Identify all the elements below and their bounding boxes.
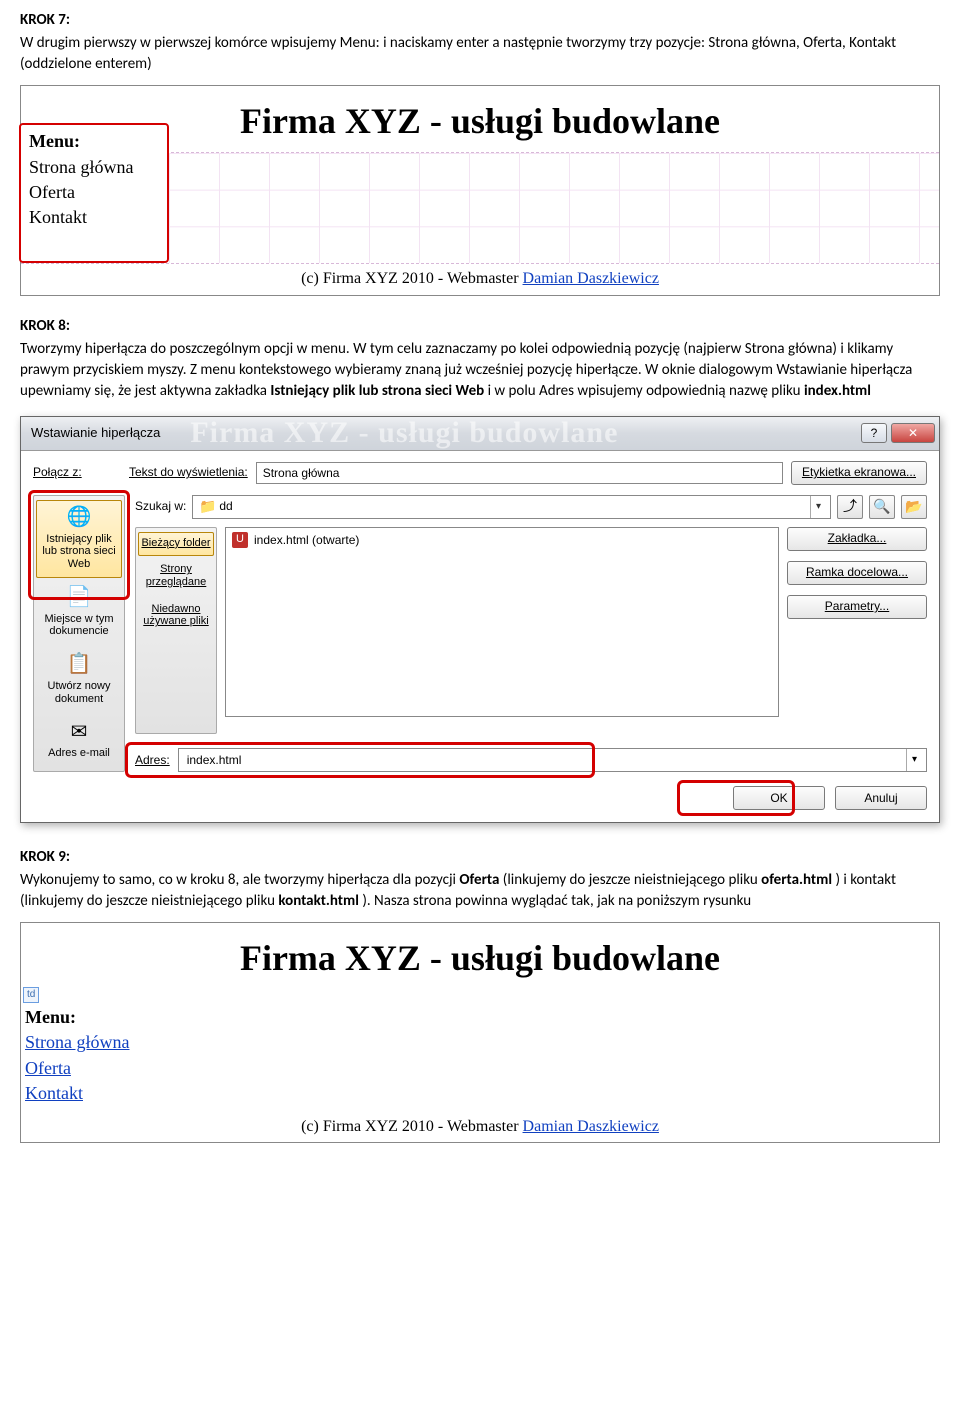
email-icon: ✉ [65, 719, 93, 745]
page-footer: (c) Firma XYZ 2010 - Webmaster Damian Da… [21, 263, 939, 294]
nav-label: Bieżący folder [141, 537, 210, 549]
browse-file-button[interactable]: 📂 [901, 495, 927, 519]
screenshot-1: Firma XYZ - usługi budowlane Menu: Stron… [20, 85, 940, 296]
footer-text: (c) Firma XYZ 2010 - Webmaster [301, 270, 522, 287]
current-folder-tab[interactable]: Bieżący folder [138, 532, 214, 557]
search-in-label: Szukaj w: [135, 498, 186, 515]
combo-text: dd [219, 498, 806, 515]
cancel-button[interactable]: Anuluj [835, 786, 927, 810]
nav-label: Niedawno używane pliki [143, 603, 208, 628]
search-folder-combo[interactable]: 📁 dd ▾ [192, 495, 831, 519]
help-button[interactable]: ? [861, 423, 887, 443]
krok7-heading: KROK 7: [20, 10, 940, 31]
text-bold: oferta.html [761, 871, 832, 889]
dialog-titlebar: Wstawianie hiperłącza Firma XYZ - usługi… [21, 417, 939, 451]
target-frame-button[interactable]: Ramka docelowa... [787, 561, 927, 585]
content-area [171, 989, 939, 1112]
text-run: ). Nasza strona powinna wyglądać tak, ja… [362, 892, 751, 910]
parameters-button[interactable]: Parametry... [787, 595, 927, 619]
ok-button[interactable]: OK [733, 786, 825, 810]
nav-label: Strony przeglądane [146, 563, 207, 588]
screenshot-3: Firma XYZ - usługi budowlane td Menu: St… [20, 922, 940, 1144]
menu-link-offer[interactable]: Oferta [25, 1056, 171, 1081]
krok8-text: Tworzymy hiperłącza do poszczególnym opc… [20, 339, 940, 402]
chevron-down-icon: ▾ [810, 496, 826, 518]
chevron-down-icon: ▾ [906, 749, 922, 771]
open-folder-icon: 📂 [905, 497, 922, 517]
dialog-title: Wstawianie hiperłącza [31, 424, 160, 442]
file-name: index.html (otwarte) [254, 532, 359, 549]
file-list[interactable]: U index.html (otwarte) [225, 527, 779, 717]
ghost-background-text: Firma XYZ - usługi budowlane [190, 412, 861, 454]
krok7-text: W drugim pierwszy w pierwszej komórce wp… [20, 33, 940, 75]
globe-file-icon: 🌐 [65, 505, 93, 531]
document-icon: 📄 [65, 585, 93, 611]
link-to-existing-file[interactable]: 🌐 Istniejący plik lub strona sieci Web [36, 500, 122, 578]
browsed-pages-tab[interactable]: Strony przeglądane [138, 558, 214, 595]
footer-link[interactable]: Damian Daszkiewicz [523, 1118, 659, 1135]
td-tag-badge: td [23, 987, 39, 1003]
krok9-heading: KROK 9: [20, 847, 940, 868]
address-label: Adres: [135, 752, 170, 769]
folder-icon: 📁 [199, 497, 215, 517]
text-run: i w polu Adres wpisujemy odpowiednią naz… [488, 382, 804, 400]
menu-panel: td Menu: Strona główna Oferta Kontakt [21, 989, 171, 1112]
link-to-label: Połącz z: [33, 464, 121, 481]
content-grid [169, 153, 939, 263]
link-to-sidebar: 🌐 Istniejący plik lub strona sieci Web 📄… [33, 495, 125, 772]
up-folder-button[interactable]: ⤴ [837, 495, 863, 519]
close-button[interactable]: ✕ [891, 423, 935, 443]
link-to-new-document[interactable]: 📋 Utwórz nowy dokument [36, 647, 122, 712]
link-to-place-in-doc[interactable]: 📄 Miejsce w tym dokumencie [36, 580, 122, 645]
insert-hyperlink-dialog: Wstawianie hiperłącza Firma XYZ - usługi… [20, 416, 940, 823]
text-bold: Oferta [459, 871, 499, 889]
screen-tip-button[interactable]: Etykietka ekranowa... [791, 461, 927, 485]
menu-item: Kontakt [29, 205, 159, 230]
menu-panel-highlight: Menu: Strona główna Oferta Kontakt [19, 123, 169, 263]
text-run: Wykonujemy to samo, co w kroku 8, ale tw… [20, 871, 459, 889]
text-bold: kontakt.html [278, 892, 359, 910]
menu-link-home[interactable]: Strona główna [25, 1030, 171, 1055]
browse-context-column: Bieżący folder Strony przeglądane Niedaw… [135, 527, 217, 734]
menu-title: Menu: [25, 1005, 171, 1030]
recent-files-tab[interactable]: Niedawno używane pliki [138, 598, 214, 635]
up-arrow-icon: ⤴ [843, 497, 857, 517]
menu-link-contact[interactable]: Kontakt [25, 1081, 171, 1106]
address-input[interactable]: index.html ▾ [178, 748, 927, 772]
menu-title: Menu: [29, 129, 159, 154]
page-footer: (c) Firma XYZ 2010 - Webmaster Damian Da… [21, 1112, 939, 1142]
search-icon: 🔍 [873, 497, 890, 517]
menu-item: Oferta [29, 180, 159, 205]
sidebar-item-label: Utwórz nowy dokument [48, 680, 111, 705]
sidebar-item-label: Miejsce w tym dokumencie [44, 613, 113, 638]
address-value: index.html [187, 752, 906, 769]
text-bold: Istniejący plik lub strona sieci Web [270, 382, 484, 400]
display-text-label: Tekst do wyświetlenia: [129, 464, 248, 481]
footer-text: (c) Firma XYZ 2010 - Webmaster [301, 1118, 522, 1135]
page-title: Firma XYZ - usługi budowlane [21, 923, 939, 989]
file-item[interactable]: U index.html (otwarte) [232, 532, 772, 549]
browse-web-button[interactable]: 🔍 [869, 495, 895, 519]
new-document-icon: 📋 [65, 652, 93, 678]
footer-link[interactable]: Damian Daszkiewicz [523, 270, 659, 287]
krok9-text: Wykonujemy to samo, co w kroku 8, ale tw… [20, 870, 940, 912]
menu-item: Strona główna [29, 155, 159, 180]
link-to-email[interactable]: ✉ Adres e-mail [36, 714, 122, 767]
text-run: (linkujemy do jeszcze nieistniejącego pl… [503, 871, 761, 889]
krok8-heading: KROK 8: [20, 316, 940, 337]
html-file-icon: U [232, 532, 248, 548]
sidebar-item-label: Istniejący plik lub strona sieci Web [42, 533, 115, 570]
text-bold: index.html [804, 382, 871, 400]
bookmark-button[interactable]: Zakładka... [787, 527, 927, 551]
sidebar-item-label: Adres e-mail [48, 747, 110, 759]
display-text-input[interactable]: Strona główna [256, 462, 783, 484]
